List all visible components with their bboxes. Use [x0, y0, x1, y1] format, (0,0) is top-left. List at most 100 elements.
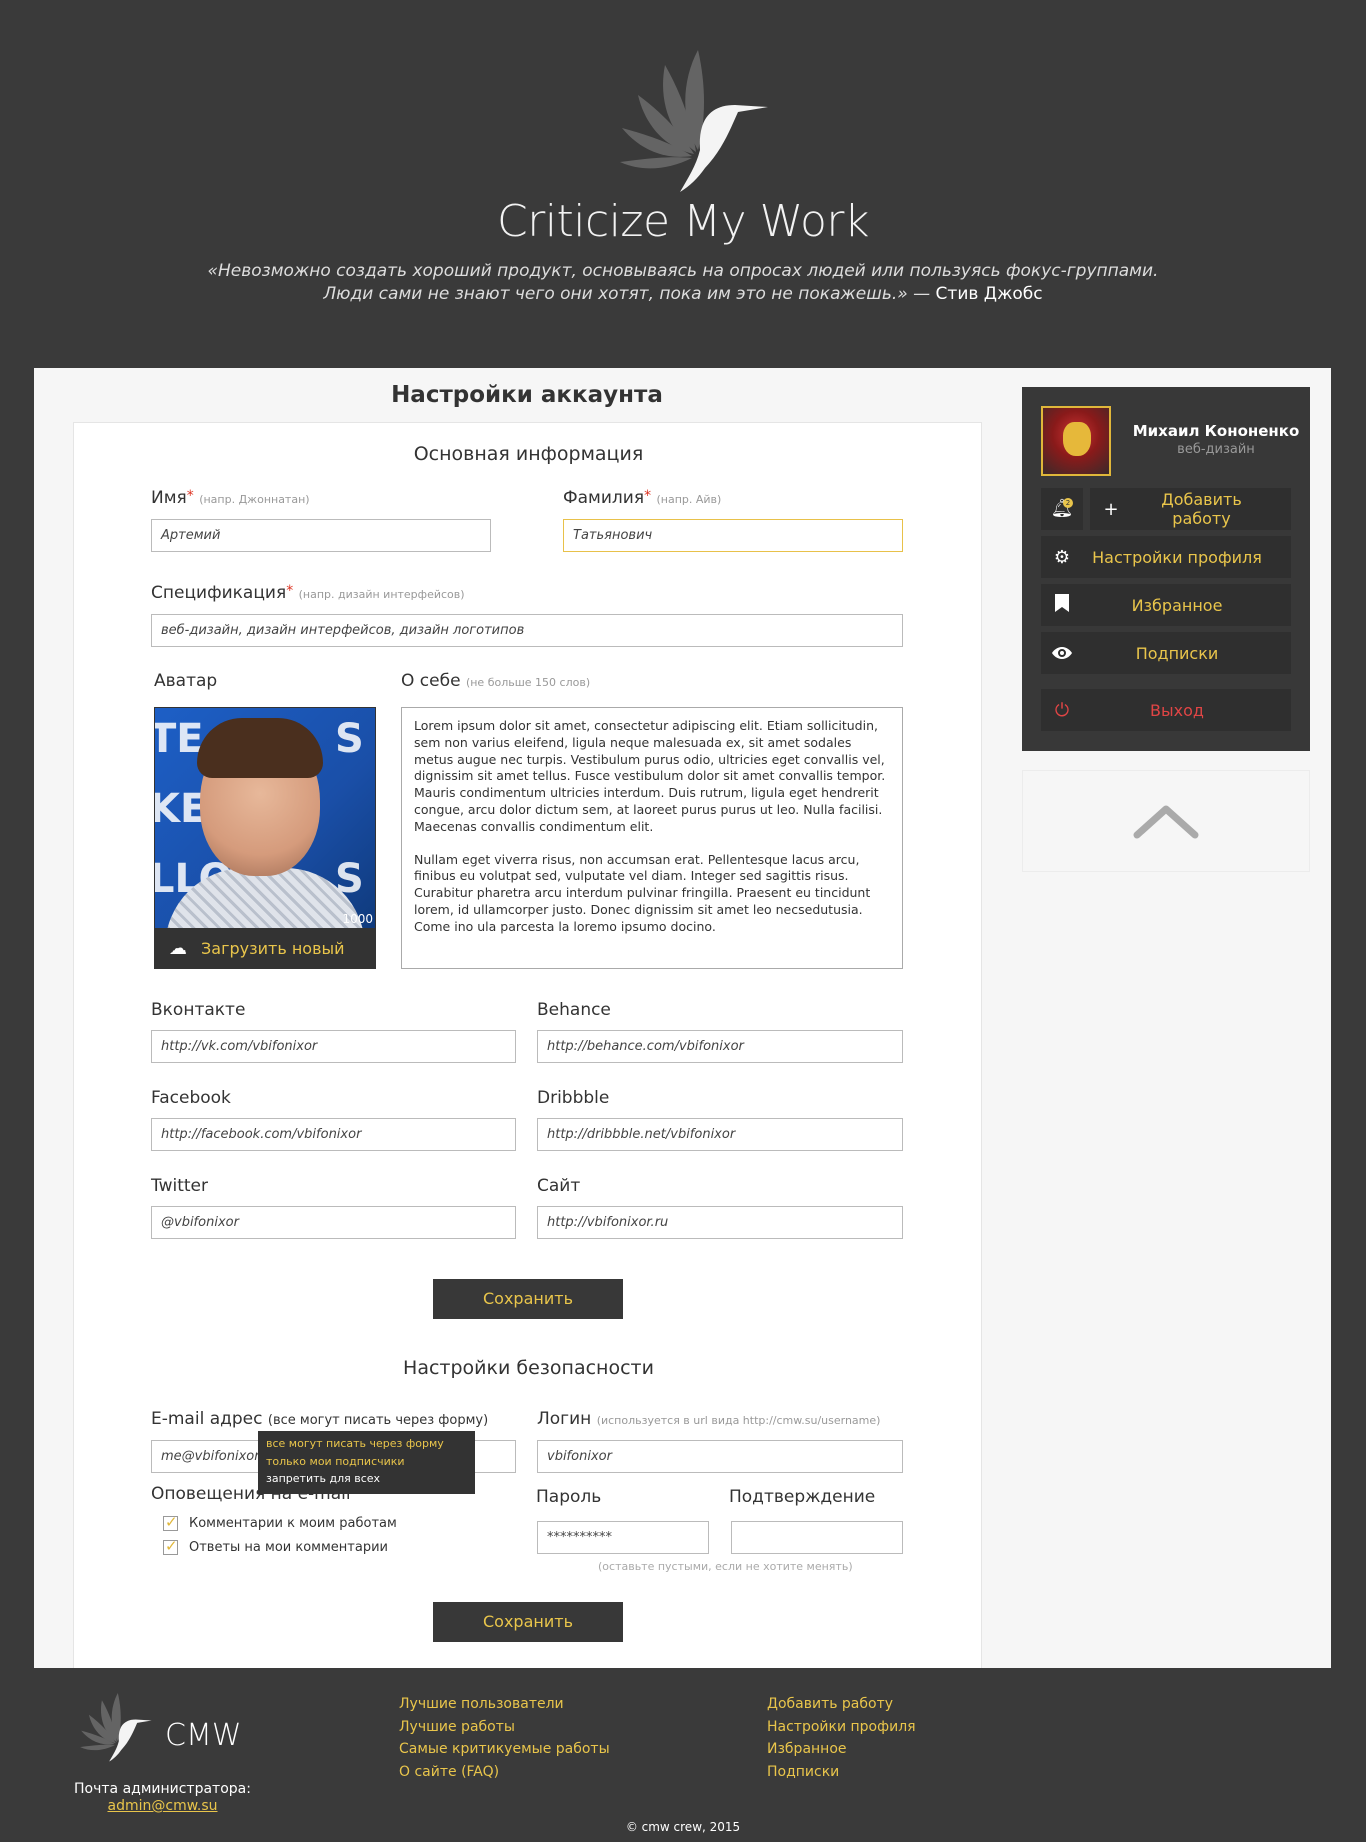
- about-label-text: О себе: [401, 671, 461, 691]
- email-label: E-mail адрес (все могут писать через фор…: [151, 1409, 488, 1429]
- quote-author: Стив Джобс: [935, 284, 1043, 304]
- checkbox-checked-icon: [163, 1537, 178, 1555]
- user-avatar[interactable]: [1041, 406, 1111, 476]
- upload-avatar-label: Загрузить новый: [201, 938, 345, 958]
- hummingbird-logo-icon[interactable]: [610, 50, 770, 195]
- settings-form: Основная информация Имя* (напр. Джонната…: [73, 422, 982, 1668]
- password-hint: (оставьте пустыми, если не хотите менять…: [598, 1560, 853, 1573]
- footer-link-best-works[interactable]: Лучшие работы: [399, 1716, 610, 1739]
- privacy-option[interactable]: запретить для всех: [266, 1470, 467, 1488]
- footer-link-favorites[interactable]: Избранное: [767, 1738, 916, 1761]
- save-basic-button[interactable]: Сохранить: [433, 1279, 623, 1319]
- behance-input[interactable]: http://behance.com/vbifonixor: [537, 1030, 903, 1063]
- basic-info-title: Основная информация: [413, 443, 644, 465]
- footer-link-profile-settings[interactable]: Настройки профиля: [767, 1716, 916, 1739]
- spec-label: Спецификация* (напр. дизайн интерфейсов): [151, 583, 465, 603]
- gear-icon: ⚙: [1053, 546, 1071, 568]
- email-label-text: E-mail адрес: [151, 1409, 263, 1429]
- password-input[interactable]: **********: [537, 1521, 709, 1554]
- favorites-button[interactable]: Избранное: [1041, 584, 1291, 626]
- avatar-decor: [197, 718, 323, 778]
- avatar-bg-decor: S: [335, 716, 364, 762]
- save-security-button[interactable]: Сохранить: [433, 1602, 623, 1642]
- last-name-label: Фамилия* (напр. Айв): [563, 488, 721, 508]
- plus-icon: +: [1103, 498, 1119, 520]
- chevron-up-icon: [1133, 805, 1199, 839]
- twitter-input[interactable]: @vbifonixor: [151, 1206, 516, 1239]
- email-privacy-select[interactable]: (все могут писать через форму): [268, 1413, 488, 1428]
- avatar-uploader: TE KES LLOV S S 1000 ☁ Загрузить новый: [154, 707, 376, 969]
- about-textarea[interactable]: Lorem ipsum dolor sit amet, consectetur …: [401, 707, 903, 969]
- privacy-option[interactable]: все могут писать через форму: [266, 1435, 467, 1453]
- footer-links-col2: Добавить работу Настройки профиля Избран…: [767, 1693, 916, 1783]
- favorites-label: Избранное: [1131, 595, 1223, 615]
- eye-icon: [1041, 643, 1083, 664]
- bookmark-icon: [1041, 593, 1083, 617]
- last-name-label-text: Фамилия: [563, 488, 645, 508]
- page-title: Настройки аккаунта: [391, 382, 663, 408]
- avatar-bg-decor: TE: [155, 716, 204, 762]
- facebook-label: Facebook: [151, 1088, 231, 1108]
- user-avatar-decor: [1063, 422, 1091, 456]
- notify-replies-label: Ответы на мои комментарии: [189, 1540, 388, 1555]
- upload-avatar-button[interactable]: ☁ Загрузить новый: [155, 928, 375, 968]
- confirm-input[interactable]: [731, 1521, 903, 1554]
- profile-settings-button[interactable]: ⚙ Настройки профиля: [1041, 536, 1291, 578]
- spec-input[interactable]: веб-дизайн, дизайн интерфейсов, дизайн л…: [151, 614, 903, 647]
- login-input[interactable]: vbifonixor: [537, 1440, 903, 1473]
- add-work-button[interactable]: + Добавить работу: [1090, 488, 1291, 530]
- first-name-input[interactable]: Артемий: [151, 519, 491, 552]
- last-name-hint: (напр. Айв): [656, 493, 722, 506]
- notify-comments-label: Комментарии к моим работам: [189, 1516, 397, 1531]
- first-name-hint: (напр. Джоннатан): [199, 493, 310, 506]
- add-work-label: Добавить работу: [1161, 490, 1242, 528]
- site-label: Сайт: [537, 1176, 581, 1196]
- avatar-image: TE KES LLOV S S 1000: [155, 708, 375, 928]
- dribbble-label: Dribbble: [537, 1088, 610, 1108]
- email-privacy-dropdown: все могут писать через форму только мои …: [258, 1431, 475, 1494]
- notify-replies-checkbox[interactable]: Ответы на мои комментарии: [163, 1537, 388, 1555]
- about-label: О себе (не больше 150 слов): [401, 671, 590, 691]
- logout-button[interactable]: ⏻ Выход: [1041, 689, 1291, 731]
- dribbble-input[interactable]: http://dribbble.net/vbifonixor: [537, 1118, 903, 1151]
- last-name-input[interactable]: Татьянович: [563, 519, 903, 552]
- password-label: Пароль: [536, 1487, 602, 1507]
- spec-label-text: Спецификация: [151, 583, 287, 603]
- admin-mail-link[interactable]: admin@cmw.su: [60, 1798, 265, 1814]
- twitter-label: Twitter: [151, 1176, 208, 1196]
- site-footer: CMW Почта администратора: admin@cmw.su Л…: [0, 1668, 1366, 1842]
- vk-input[interactable]: http://vk.com/vbifonixor: [151, 1030, 516, 1063]
- behance-label: Behance: [537, 1000, 611, 1020]
- notify-comments-checkbox[interactable]: Комментарии к моим работам: [163, 1513, 397, 1531]
- footer-link-faq[interactable]: О сайте (FAQ): [399, 1761, 610, 1784]
- footer-links-col1: Лучшие пользователи Лучшие работы Самые …: [399, 1693, 610, 1783]
- subscriptions-button[interactable]: Подписки: [1041, 632, 1291, 674]
- notification-count-badge: 2: [1063, 498, 1073, 508]
- footer-link-best-users[interactable]: Лучшие пользователи: [399, 1693, 610, 1716]
- vk-label: Вконтакте: [151, 1000, 246, 1020]
- header-quote: «Невозможно создать хороший продукт, осн…: [203, 260, 1163, 306]
- site-header: Criticize My Work «Невозможно создать хо…: [0, 0, 1366, 368]
- notifications-button[interactable]: 🔔︎ 2: [1041, 488, 1083, 530]
- facebook-input[interactable]: http://facebook.com/vbifonixor: [151, 1118, 516, 1151]
- profile-settings-label: Настройки профиля: [1092, 547, 1262, 567]
- about-paragraph: Lorem ipsum dolor sit amet, consectetur …: [414, 718, 886, 834]
- logout-label: Выход: [1150, 700, 1204, 720]
- power-icon: ⏻: [1054, 699, 1070, 721]
- admin-mail-label: Почта администратора:: [74, 1781, 251, 1797]
- site-input[interactable]: http://vbifonixor.ru: [537, 1206, 903, 1239]
- cloud-upload-icon: ☁: [169, 937, 187, 959]
- hummingbird-logo-icon[interactable]: [74, 1693, 154, 1763]
- footer-link-subscriptions[interactable]: Подписки: [767, 1761, 916, 1784]
- footer-link-most-criticized[interactable]: Самые критикуемые работы: [399, 1738, 610, 1761]
- user-name[interactable]: Михаил Кононенко: [1122, 422, 1310, 440]
- copyright: © cmw crew, 2015: [625, 1820, 741, 1834]
- login-label: Логин (используется в url вида http://cm…: [537, 1409, 880, 1429]
- footer-link-add-work[interactable]: Добавить работу: [767, 1693, 916, 1716]
- avatar-size-badge: 1000: [342, 912, 373, 926]
- user-sidebar: Михаил Кононенко веб-дизайн 🔔︎ 2 + Добав…: [1022, 387, 1310, 751]
- privacy-option[interactable]: только мои подписчики: [266, 1453, 467, 1471]
- first-name-label-text: Имя: [151, 488, 187, 508]
- scroll-top-button[interactable]: [1022, 770, 1310, 872]
- required-mark: *: [186, 488, 194, 504]
